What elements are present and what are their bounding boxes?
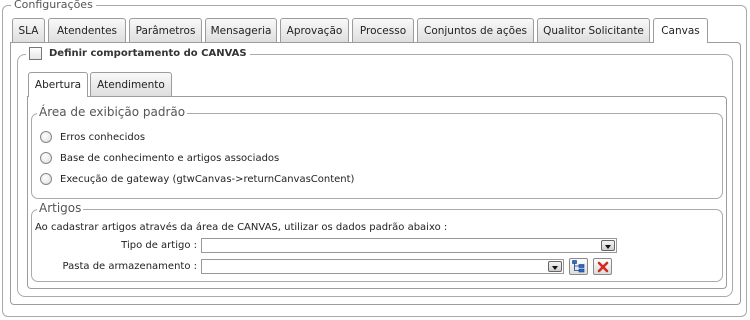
folder-tree-button[interactable] — [569, 258, 588, 275]
storage-folder-select[interactable] — [201, 259, 564, 274]
known-errors-label: Erros conhecidos — [60, 131, 146, 143]
option-knowledge-base[interactable]: Base de conhecimento e artigos associado… — [40, 152, 279, 164]
clear-icon — [597, 261, 608, 272]
canvas-tab-panel: Definir comportamento do CANVAS Abertura… — [10, 42, 741, 305]
gateway-execution-label: Execução de gateway (gtwCanvas->returnCa… — [60, 173, 355, 185]
configurations-legend: Configurações — [11, 0, 96, 11]
folder-tree-icon — [572, 260, 585, 273]
knowledge-base-label: Base de conhecimento e artigos associado… — [60, 152, 280, 164]
articles-instruction: Ao cadastrar artigos através da área de … — [35, 222, 448, 233]
default-display-area-fieldset: Área de exibição padrão Erros conhecidos… — [31, 105, 723, 199]
tab-attendants[interactable]: Atendentes — [48, 18, 126, 42]
tab-approval[interactable]: Aprovação — [280, 18, 349, 42]
tab-canvas[interactable]: Canvas — [653, 18, 708, 43]
sub-tab-strip: Abertura Atendimento — [28, 72, 174, 97]
tab-opening[interactable]: Abertura — [28, 72, 88, 97]
tab-messaging[interactable]: Mensageria — [205, 18, 277, 42]
clear-folder-button[interactable] — [593, 258, 612, 275]
articles-fieldset: Artigos Ao cadastrar artigos através da … — [31, 201, 723, 282]
article-type-dropdown-button[interactable] — [601, 240, 615, 251]
article-type-label: Tipo de artigo : — [121, 240, 197, 251]
define-canvas-behavior: Definir comportamento do CANVAS — [26, 47, 250, 60]
tab-service[interactable]: Atendimento — [90, 72, 172, 96]
default-display-area-legend: Área de exibição padrão — [37, 105, 188, 119]
option-gateway-execution[interactable]: Execução de gateway (gtwCanvas->returnCa… — [40, 173, 354, 185]
articles-legend: Artigos — [37, 201, 84, 215]
tab-parameters[interactable]: Parâmetros — [129, 18, 202, 42]
tab-process[interactable]: Processo — [352, 18, 414, 42]
article-type-select[interactable] — [201, 238, 617, 253]
define-canvas-label: Definir comportamento do CANVAS — [49, 48, 247, 59]
tab-qualitor-requester[interactable]: Qualitor Solicitante — [537, 18, 650, 42]
tab-sla[interactable]: SLA — [12, 18, 45, 42]
define-canvas-checkbox[interactable] — [29, 47, 42, 60]
storage-folder-dropdown-button[interactable] — [548, 261, 562, 272]
canvas-behavior-fieldset: Definir comportamento do CANVAS Abertura… — [17, 47, 733, 297]
storage-folder-label: Pasta de armazenamento : — [62, 261, 197, 272]
gateway-execution-radio[interactable] — [40, 173, 52, 185]
known-errors-radio[interactable] — [40, 131, 52, 143]
knowledge-base-radio[interactable] — [40, 152, 52, 164]
option-known-errors[interactable]: Erros conhecidos — [40, 131, 145, 143]
tab-action-sets[interactable]: Conjuntos de ações — [417, 18, 534, 42]
opening-tab-panel: Área de exibição padrão Erros conhecidos… — [27, 96, 727, 289]
main-tab-strip: SLA Atendentes Parâmetros Mensageria Apr… — [12, 18, 711, 43]
